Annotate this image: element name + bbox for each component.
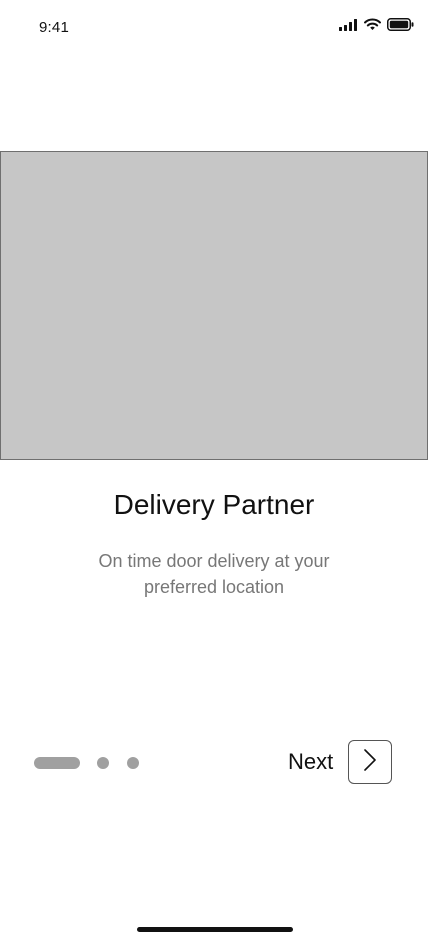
onboarding-title: Delivery Partner (113, 489, 315, 520)
onboarding-subtitle: On time door delivery at your preferred … (98, 551, 330, 597)
status-icons (339, 18, 414, 36)
signal-icon (339, 18, 358, 36)
page-dot (97, 757, 109, 769)
next-button[interactable] (348, 740, 392, 784)
page-dot-active (34, 757, 80, 769)
battery-icon (387, 18, 414, 36)
status-time: 9:41 (39, 19, 69, 36)
wifi-icon (364, 18, 381, 36)
page-indicator (34, 757, 157, 769)
home-indicator (137, 927, 293, 932)
page-dot (127, 757, 139, 769)
hero-image-placeholder (0, 151, 428, 460)
status-bar: 9:41 (0, 0, 428, 56)
chevron-right-icon (363, 748, 377, 777)
next-label[interactable]: Next (288, 749, 333, 775)
